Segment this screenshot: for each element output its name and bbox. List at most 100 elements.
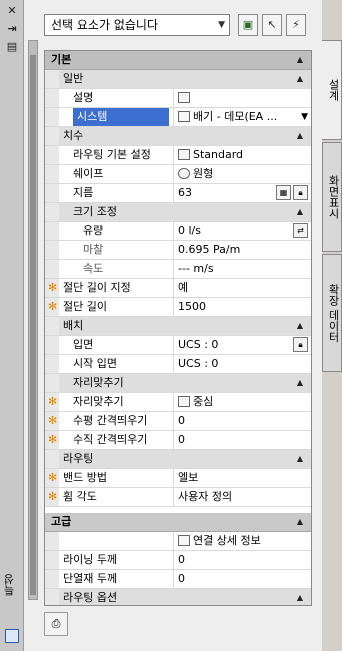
prop-flow[interactable]: 유량 0 l/s ⇄ xyxy=(45,222,311,241)
prop-value[interactable]: 사용자 정의 xyxy=(173,488,311,506)
collapse-icon[interactable]: ▲ xyxy=(297,450,303,468)
prop-label: 라우팅 기본 설정 xyxy=(73,148,151,161)
tab-display[interactable]: 화면표시 xyxy=(322,142,342,252)
prop-value[interactable]: 원형 xyxy=(173,165,311,183)
group-label: 일반 xyxy=(63,72,84,85)
group-placement[interactable]: 배치 ▲ xyxy=(45,317,311,336)
system-icon xyxy=(178,111,190,122)
collapse-icon[interactable]: ▲ xyxy=(297,513,303,531)
routing-pref-icon xyxy=(178,149,190,160)
prop-cut-length[interactable]: ✻ 절단 길이 1500 xyxy=(45,298,311,317)
prop-value[interactable]: 예 xyxy=(173,279,311,297)
asterisk-icon: ✻ xyxy=(48,414,58,427)
property-grid: 기본 ▲ 일반 ▲ 설명 시스템 배기 - 데모(EA ... ▼ 치수 ▲ 라우팅 기… xyxy=(44,50,312,606)
selection-dropdown[interactable]: 선택 요소가 없습니다 ▼ xyxy=(44,14,230,36)
selection-dropdown-value: 선택 요소가 없습니다 xyxy=(51,18,158,32)
properties-menu-icon[interactable]: ▤ xyxy=(4,40,20,54)
prop-insulation[interactable]: 단열재 두께 0 xyxy=(45,570,311,589)
collapse-icon[interactable]: ▲ xyxy=(297,589,303,605)
prop-velocity[interactable]: 속도 --- m/s xyxy=(45,260,311,279)
prop-label: 자리맞추기 xyxy=(73,395,124,408)
prop-value[interactable]: Standard xyxy=(173,146,311,164)
group-routing[interactable]: 라우팅 ▲ xyxy=(45,450,311,469)
tab-design[interactable]: 설계 xyxy=(322,40,342,140)
category-basic[interactable]: 기본 ▲ xyxy=(45,51,311,70)
prop-justify[interactable]: ✻ 자리맞추기 중심 xyxy=(45,393,311,412)
group-label: 라우팅 xyxy=(63,452,94,465)
chevron-down-icon[interactable]: ▼ xyxy=(301,108,308,126)
prop-elevation[interactable]: 입면 UCS : 0 🔒︎ xyxy=(45,336,311,355)
auto-hide-icon[interactable]: ⇥ xyxy=(4,22,20,36)
prop-friction[interactable]: 마찰 0.695 Pa/m xyxy=(45,241,311,260)
prop-bend-angle[interactable]: ✻ 휨 각도 사용자 정의 xyxy=(45,488,311,507)
prop-value[interactable]: 0 xyxy=(173,570,311,588)
prop-value[interactable]: --- m/s xyxy=(173,260,311,278)
group-routing-options[interactable]: 라우팅 옵션 ▲ xyxy=(45,589,311,605)
toggle-pickadd-button[interactable]: ⚡ xyxy=(286,14,306,36)
prop-label: 시스템 xyxy=(73,108,169,126)
quick-select-button[interactable]: ↖ xyxy=(262,14,282,36)
prop-value[interactable]: 중심 xyxy=(173,393,311,411)
prop-value[interactable]: 1500 xyxy=(173,298,311,316)
scrollbar-thumb[interactable] xyxy=(30,55,36,595)
title-strip: ✕ ⇥ ▤ 특성 xyxy=(0,0,24,651)
lock-icon[interactable]: 🔒︎ xyxy=(293,337,308,352)
connection-detail-button[interactable]: 연결 상세 정보 xyxy=(173,532,311,550)
size-list-icon[interactable]: ▦ xyxy=(276,185,291,200)
prop-label: 지름 xyxy=(73,186,94,199)
prop-value[interactable]: 0.695 Pa/m xyxy=(173,241,311,259)
collapse-icon[interactable]: ▲ xyxy=(297,127,303,145)
scrollbar[interactable] xyxy=(28,40,38,600)
asterisk-icon: ✻ xyxy=(48,433,58,446)
prop-diameter[interactable]: 지름 63 ▦ 🔒︎ xyxy=(45,184,311,203)
category-advanced[interactable]: 고급 ▲ xyxy=(45,513,311,532)
asterisk-icon: ✻ xyxy=(48,490,58,503)
prop-h-offset[interactable]: ✻ 수평 간격띄우기 0 xyxy=(45,412,311,431)
prop-v-offset[interactable]: ✻ 수직 간격띄우기 0 xyxy=(45,431,311,450)
collapse-icon[interactable]: ▲ xyxy=(297,317,303,335)
prop-value[interactable]: 0 l/s ⇄ xyxy=(173,222,311,240)
prop-cut-length-spec[interactable]: ✻ 절단 길이 지정 예 xyxy=(45,279,311,298)
group-size-adjust[interactable]: 크기 조정 ▲ xyxy=(45,203,311,222)
collapse-icon[interactable]: ▲ xyxy=(297,374,303,392)
prop-value[interactable]: 0 xyxy=(173,412,311,430)
prop-label: 쉐이프 xyxy=(73,167,104,180)
prop-start-elevation[interactable]: 시작 입면 UCS : 0 xyxy=(45,355,311,374)
prop-label: 마찰 xyxy=(83,243,104,256)
prop-value[interactable]: 0 xyxy=(173,431,311,449)
calculator-icon[interactable]: ⇄ xyxy=(293,223,308,238)
prop-value[interactable]: UCS : 0 🔒︎ xyxy=(173,336,311,354)
style-manager-button[interactable]: ⎙ xyxy=(44,612,68,636)
group-label: 치수 xyxy=(63,129,84,142)
prop-value[interactable]: 0 xyxy=(173,551,311,569)
asterisk-icon: ✻ xyxy=(48,300,58,313)
group-justification[interactable]: 자리맞추기 ▲ xyxy=(45,374,311,393)
prop-value[interactable]: 63 ▦ 🔒︎ xyxy=(173,184,311,202)
prop-label: 수직 간격띄우기 xyxy=(73,433,148,446)
prop-value[interactable]: UCS : 0 xyxy=(173,355,311,373)
prop-lining[interactable]: 라이닝 두께 0 xyxy=(45,551,311,570)
prop-value[interactable]: 엘보 xyxy=(173,469,311,487)
system-dropdown[interactable]: 배기 - 데모(EA ... ▼ xyxy=(173,108,311,126)
prop-shape[interactable]: 쉐이프 원형 xyxy=(45,165,311,184)
prop-bend-method[interactable]: ✻ 밴드 방법 엘보 xyxy=(45,469,311,488)
collapse-icon[interactable]: ▲ xyxy=(297,51,303,69)
collapse-icon[interactable]: ▲ xyxy=(297,203,303,221)
round-shape-icon xyxy=(178,168,190,179)
group-label: 배치 xyxy=(63,319,84,332)
add-selection-button[interactable]: ▣ xyxy=(238,14,258,36)
prop-value[interactable] xyxy=(173,89,311,107)
lock-icon[interactable]: 🔒︎ xyxy=(293,185,308,200)
prop-label: 시작 입면 xyxy=(73,357,117,370)
prop-system[interactable]: 시스템 배기 - 데모(EA ... ▼ xyxy=(45,108,311,127)
collapse-icon[interactable]: ▲ xyxy=(297,70,303,88)
group-general[interactable]: 일반 ▲ xyxy=(45,70,311,89)
group-dimensions[interactable]: 치수 ▲ xyxy=(45,127,311,146)
description-editor-icon[interactable] xyxy=(178,92,190,103)
close-icon[interactable]: ✕ xyxy=(4,4,20,18)
prop-routing-pref[interactable]: 라우팅 기본 설정 Standard xyxy=(45,146,311,165)
prop-label: 절단 길이 지정 xyxy=(63,281,131,294)
prop-connection-detail[interactable]: 연결 상세 정보 xyxy=(45,532,311,551)
tab-extended-data[interactable]: 확장 데이터 xyxy=(322,254,342,372)
prop-description[interactable]: 설명 xyxy=(45,89,311,108)
